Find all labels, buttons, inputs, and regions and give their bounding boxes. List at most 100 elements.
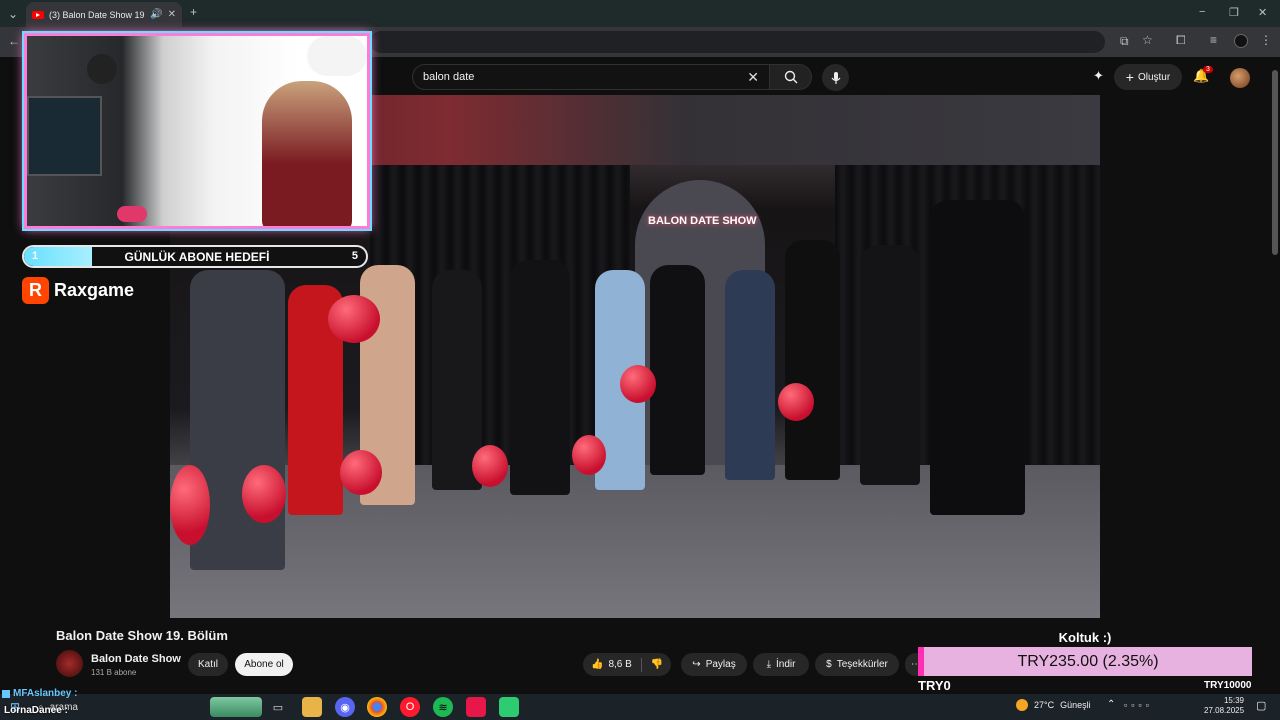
app-icon[interactable] xyxy=(466,697,486,717)
red-balloon xyxy=(170,465,210,545)
download-button[interactable]: ⤓ İndir xyxy=(753,653,809,676)
browser-menu-icon[interactable]: ⋮ xyxy=(1260,33,1272,47)
voice-search-button[interactable] xyxy=(822,64,849,91)
red-balloon xyxy=(340,450,382,495)
extensions-icon[interactable]: ⧠ xyxy=(1176,33,1186,48)
red-balloon xyxy=(620,365,656,403)
subscriber-count: 131 B abone xyxy=(91,668,137,677)
extension-gem-icon[interactable]: ✦ xyxy=(1093,68,1104,84)
media-icon[interactable]: ≡ xyxy=(1210,33,1217,47)
red-balloon xyxy=(572,435,606,475)
cast-icon[interactable]: ⧉ xyxy=(1120,34,1129,49)
search-button[interactable] xyxy=(770,64,812,90)
thanks-label: Teşekkürler xyxy=(836,659,888,670)
tray-chevron-icon[interactable]: ⌃ xyxy=(1107,699,1115,710)
video-title: Balon Date Show 19. Bölüm xyxy=(56,628,228,643)
chat-username: MFAslanbey : xyxy=(13,688,78,699)
chrome-icon[interactable] xyxy=(367,697,387,717)
like-count[interactable]: 8,6 B xyxy=(608,659,631,670)
chat-message: MFAslanbey : xyxy=(2,688,77,699)
discord-icon[interactable]: ◉ xyxy=(335,697,355,717)
join-button[interactable]: Katıl xyxy=(188,653,228,676)
search-query: balon date xyxy=(423,71,475,83)
tab-close-icon[interactable]: ✕ xyxy=(168,9,176,20)
weather-temp: 27°C xyxy=(1034,700,1055,710)
notification-center-icon[interactable]: ▢ xyxy=(1256,699,1266,712)
share-button[interactable]: ↪ Paylaş xyxy=(681,653,747,676)
page-scrollbar[interactable] xyxy=(1272,70,1278,255)
raxgame-brand: R Raxgame xyxy=(22,277,134,304)
goal-target: 5 xyxy=(351,250,358,262)
task-view-icon[interactable]: ▭ xyxy=(268,697,288,717)
tab-search-icon[interactable]: ⌄ xyxy=(8,7,18,21)
donation-goal-target: TRY10000 xyxy=(1204,680,1252,691)
app-icon[interactable] xyxy=(499,697,519,717)
weather-desc: Güneşli xyxy=(1060,700,1091,710)
red-balloon xyxy=(778,383,814,421)
chat-username: LornaDanee : xyxy=(4,705,68,716)
new-tab-button[interactable]: + xyxy=(190,5,197,19)
donation-goal-start: TRY0 xyxy=(918,678,951,693)
speaker-icon[interactable]: 🔊 xyxy=(150,9,162,20)
donation-goal-bar: TRY235.00 (2.35%) xyxy=(918,647,1252,676)
back-icon[interactable]: ← xyxy=(8,34,20,48)
neon-sign-text: BALON DATE SHOW xyxy=(648,215,757,227)
bookmark-star-icon[interactable]: ☆ xyxy=(1142,33,1153,47)
contestant xyxy=(650,265,705,475)
contestant xyxy=(510,260,570,495)
thanks-button[interactable]: $ Teşekkürler xyxy=(815,653,899,676)
tab-title: (3) Balon Date Show 19. Bölüm xyxy=(49,9,145,20)
opera-icon[interactable]: O xyxy=(400,697,420,717)
monitor xyxy=(27,96,102,176)
clock-date: 27.08.2025 xyxy=(1204,706,1245,715)
download-label: İndir xyxy=(775,659,796,670)
profile-icon[interactable] xyxy=(1234,34,1248,48)
raxgame-logo-icon: R xyxy=(22,277,49,304)
create-label: Oluştur xyxy=(1137,71,1171,83)
youtube-favicon-icon xyxy=(32,10,44,19)
contestant xyxy=(725,270,775,480)
taskbar-clock[interactable]: 15:39 27.08.2025 xyxy=(1204,696,1244,716)
raxgame-name: Raxgame xyxy=(54,280,135,300)
subscribe-button[interactable]: Abone ol xyxy=(235,653,293,676)
search-icon xyxy=(784,70,797,84)
chat-badge-icon xyxy=(2,689,10,698)
tray-icons[interactable]: ▫▫▫▫ xyxy=(1124,700,1153,710)
maximize-button[interactable]: ❐ xyxy=(1229,6,1239,19)
taskbar-widget[interactable] xyxy=(210,697,262,717)
weather-widget[interactable]: 27°C Güneşli xyxy=(1016,699,1091,711)
plus-icon: + xyxy=(1125,69,1134,85)
microphone-icon xyxy=(831,71,840,84)
donation-goal-title: Koltuk :) xyxy=(1058,630,1112,645)
thumbs-down-icon[interactable]: 👎 xyxy=(651,659,663,670)
file-explorer-icon[interactable] xyxy=(302,697,322,717)
create-button[interactable]: + Oluştur xyxy=(1114,64,1182,90)
browser-tab[interactable]: (3) Balon Date Show 19. Bölüm 🔊 ✕ xyxy=(26,2,182,27)
minimize-button[interactable]: − xyxy=(1199,6,1205,18)
red-balloon xyxy=(328,295,380,343)
download-icon: ⤓ xyxy=(766,659,771,670)
divider xyxy=(640,657,642,672)
like-dislike-group: 👍 8,6 B 👎 xyxy=(583,653,671,676)
spotify-icon[interactable]: ≋ xyxy=(433,697,453,717)
share-label: Paylaş xyxy=(705,659,736,670)
search-input[interactable]: balon date ✕ xyxy=(412,64,770,90)
goal-title: GÜNLÜK ABONE HEDEFİ xyxy=(124,250,270,264)
address-bar[interactable] xyxy=(370,31,1105,53)
channel-avatar[interactable] xyxy=(56,650,83,677)
cohost-person xyxy=(860,245,920,485)
close-window-button[interactable]: ✕ xyxy=(1258,6,1267,19)
user-avatar[interactable] xyxy=(1230,68,1250,88)
plush-toy xyxy=(307,36,367,76)
share-icon: ↪ xyxy=(692,659,701,670)
thumbs-up-icon[interactable]: 👍 xyxy=(591,659,603,670)
mouse xyxy=(117,206,147,222)
thanks-icon: $ xyxy=(826,659,832,670)
microphone xyxy=(87,54,117,84)
contestant xyxy=(785,240,840,480)
red-balloon xyxy=(242,465,286,523)
sun-icon xyxy=(1016,699,1028,711)
channel-name[interactable]: Balon Date Show xyxy=(91,653,181,665)
clear-search-icon[interactable]: ✕ xyxy=(747,69,759,86)
streamer-webcam xyxy=(24,33,370,229)
